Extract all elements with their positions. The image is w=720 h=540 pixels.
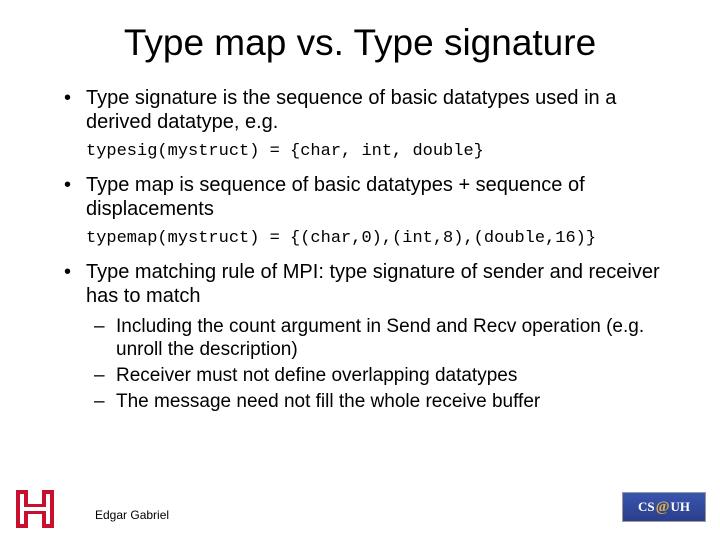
bullet-list-3: Type matching rule of MPI: type signatur… [58, 260, 662, 413]
csuh-logo-icon: CS@UH [622, 492, 706, 522]
sub-bullet-list: Including the count argument in Send and… [86, 315, 662, 414]
sub-bullet-1: Including the count argument in Send and… [86, 315, 662, 361]
footer-author: Edgar Gabriel [95, 508, 169, 522]
bullet-2: Type map is sequence of basic datatypes … [58, 173, 662, 222]
bullet-3-text: Type matching rule of MPI: type signatur… [86, 261, 660, 307]
slide-body: Type map vs. Type signature Type signatu… [0, 0, 720, 413]
slide-title: Type map vs. Type signature [58, 22, 662, 64]
bullet-3: Type matching rule of MPI: type signatur… [58, 260, 662, 413]
bullet-1: Type signature is the sequence of basic … [58, 86, 662, 135]
code-typemap: typemap(mystruct) = {(char,0),(int,8),(d… [86, 228, 662, 250]
code-typesig: typesig(mystruct) = {char, int, double} [86, 141, 662, 163]
sub-bullet-3: The message need not fill the whole rece… [86, 390, 662, 413]
csuh-uh: UH [671, 499, 691, 515]
bullet-list: Type signature is the sequence of basic … [58, 86, 662, 135]
csuh-cs: CS [638, 499, 655, 515]
csuh-at-icon: @ [656, 499, 670, 516]
bullet-list-2: Type map is sequence of basic datatypes … [58, 173, 662, 222]
uh-logo-icon [14, 488, 56, 530]
sub-bullet-2: Receiver must not define overlapping dat… [86, 364, 662, 387]
